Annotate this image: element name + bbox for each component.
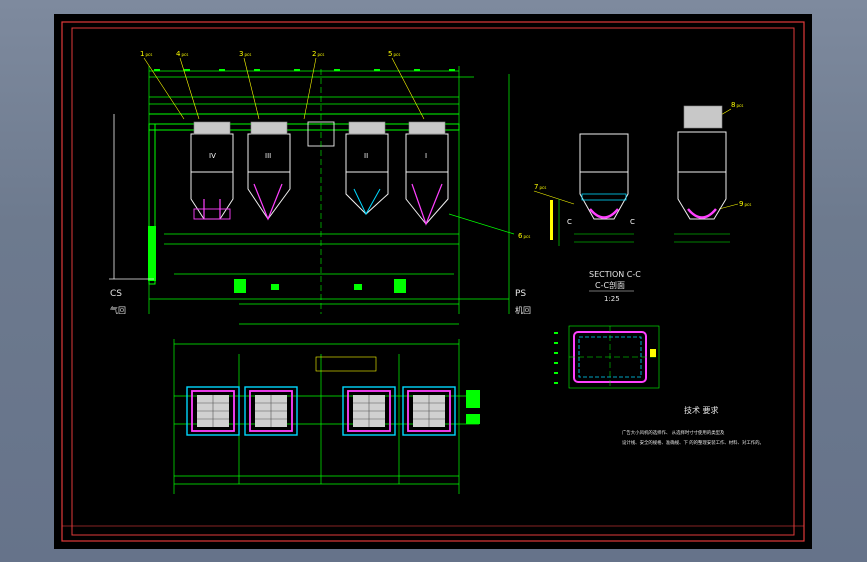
plan-view	[173, 339, 480, 494]
detail-plan	[554, 325, 660, 389]
unit-iii	[247, 121, 291, 221]
callout-5: 5pcs	[388, 50, 400, 58]
plan-unit-i	[402, 386, 456, 436]
top-dimensions	[148, 66, 510, 314]
left-column	[109, 114, 156, 285]
section-title-cn: C-C剖面	[595, 280, 625, 290]
plan-unit-iii	[244, 386, 298, 436]
center-pipe	[307, 69, 335, 314]
callout-8: 8pcs	[731, 101, 743, 109]
section-view-left: C	[550, 133, 634, 246]
unit-i-label: I	[425, 152, 427, 160]
callout-2: 2pcs	[312, 50, 324, 58]
base-supports	[234, 279, 406, 293]
unit-iii-label: III	[265, 152, 271, 160]
callout-group: 1pcs 4pcs 3pcs 2pcs 5pcs 6pcs 7pcs 8pcs …	[140, 50, 751, 240]
cs-sub-label: 气回	[110, 305, 126, 315]
callout-9: 9pcs	[739, 200, 751, 208]
tech-line-2: 设计线、安全的规格、准确规、下 的的整理安装工作、材料、对工作的。	[622, 439, 764, 446]
drawing-canvas: IV III II I CS 气回 PS 机回 1pcs 4pcs 3pcs 2…	[61, 21, 805, 542]
ps-label: PS	[515, 289, 526, 299]
callout-1: 1pcs	[140, 50, 152, 58]
tech-title: 技术 要求	[684, 405, 719, 415]
callout-4: 4pcs	[176, 50, 188, 58]
plan-unit-iv	[186, 386, 240, 436]
tech-requirements: 技术 要求 广告大小风机的选择作、 从选择时寸寸使用的类型及 设计线、安全的规格…	[622, 405, 764, 446]
front-elevation: IV III II I CS 气回 PS 机回	[109, 66, 531, 325]
unit-iv-label: IV	[209, 152, 216, 160]
plan-unit-ii	[342, 386, 396, 436]
unit-ii-label: II	[364, 152, 368, 160]
unit-i	[405, 121, 449, 226]
section-title: SECTION C-C	[589, 270, 641, 279]
lower-manifold	[149, 233, 509, 325]
callout-3: 3pcs	[239, 50, 251, 58]
cad-viewport[interactable]: IV III II I CS 气回 PS 机回 1pcs 4pcs 3pcs 2…	[54, 14, 812, 549]
section-scale: 1:25	[604, 295, 620, 303]
section-c-right: C	[630, 218, 635, 226]
section-c-left: C	[567, 218, 572, 226]
callout-7: 7pcs	[534, 183, 546, 191]
ps-sub-label: 机回	[515, 305, 531, 315]
tech-line-1: 广告大小风机的选择作、 从选择时寸寸使用的类型及	[622, 429, 725, 436]
unit-ii	[345, 121, 389, 216]
callout-6a: 6pcs	[518, 232, 530, 240]
unit-iv	[190, 121, 234, 220]
title-strip	[61, 525, 805, 542]
outer-border	[61, 21, 805, 542]
section-view-right: C	[630, 105, 730, 243]
cs-label: CS	[110, 289, 122, 299]
